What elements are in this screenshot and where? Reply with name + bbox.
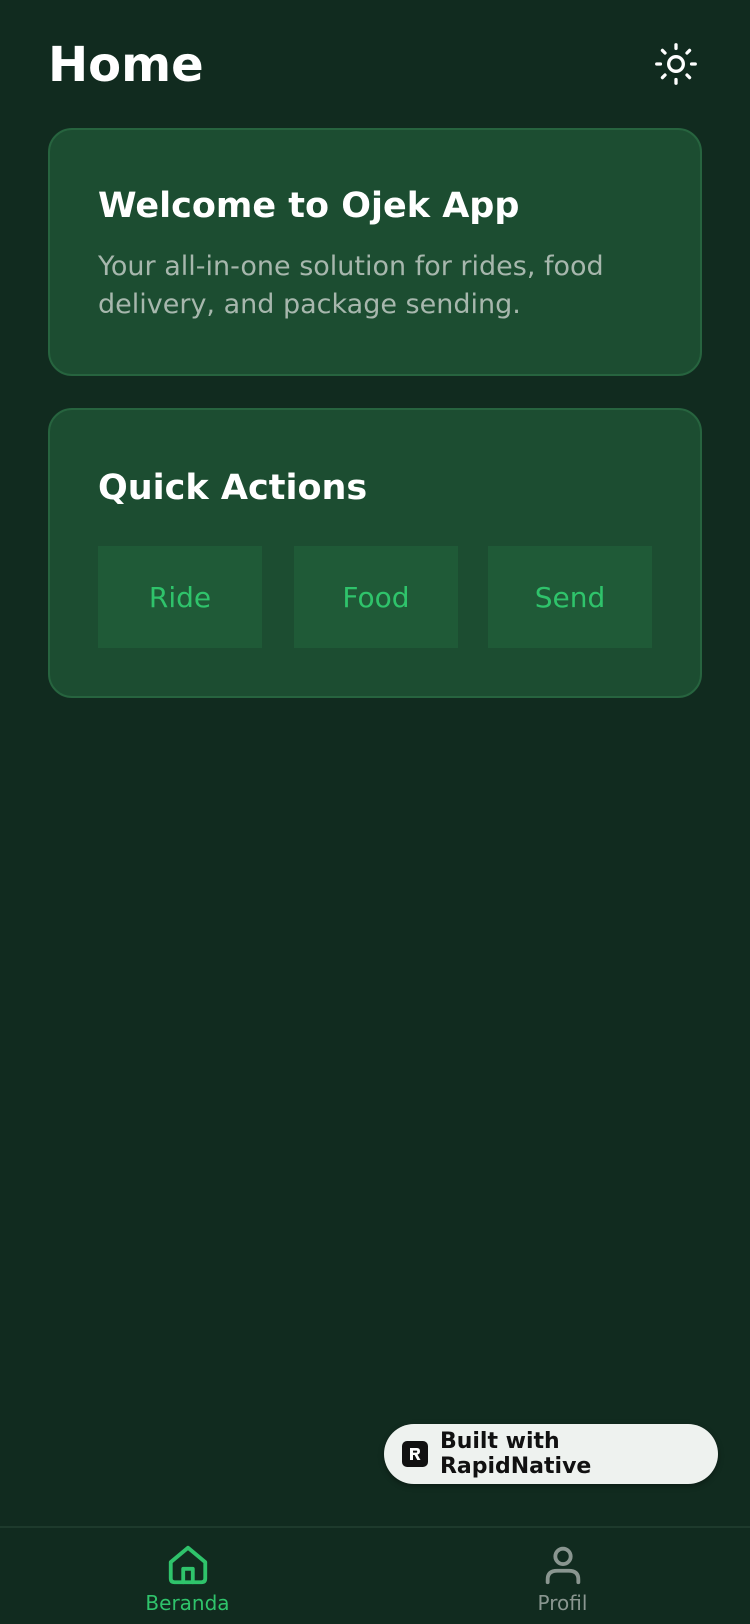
tab-beranda-label: Beranda bbox=[145, 1591, 230, 1615]
quick-actions-title: Quick Actions bbox=[98, 468, 368, 508]
welcome-card: Welcome to Ojek App Your all-in-one solu… bbox=[48, 128, 702, 376]
tab-beranda[interactable]: Beranda bbox=[0, 1528, 375, 1624]
welcome-description: Your all-in-one solution for rides, food… bbox=[98, 251, 604, 320]
header: Home bbox=[0, 0, 750, 128]
rapidnative-logo-icon bbox=[402, 1441, 428, 1467]
food-button[interactable]: Food bbox=[294, 546, 458, 648]
page-title: Home bbox=[48, 37, 204, 93]
tab-profil[interactable]: Profil bbox=[375, 1528, 750, 1624]
bottom-tab-bar: Beranda Profil bbox=[0, 1526, 750, 1624]
home-screen: Home Welcome to Ojek App Your all-in-one… bbox=[0, 0, 750, 1624]
sun-icon bbox=[655, 43, 697, 85]
home-icon bbox=[168, 1545, 207, 1585]
tab-profil-label: Profil bbox=[537, 1591, 588, 1615]
send-button[interactable]: Send bbox=[488, 546, 652, 648]
quick-actions-card: Quick Actions Ride Food Send bbox=[48, 408, 702, 698]
theme-toggle-button[interactable] bbox=[652, 40, 700, 88]
user-icon bbox=[545, 1546, 580, 1585]
built-with-badge[interactable]: Built with RapidNative bbox=[384, 1424, 718, 1484]
welcome-title: Welcome to Ojek App bbox=[98, 186, 520, 226]
ride-button[interactable]: Ride bbox=[98, 546, 262, 648]
built-with-label: Built with RapidNative bbox=[439, 1429, 592, 1479]
